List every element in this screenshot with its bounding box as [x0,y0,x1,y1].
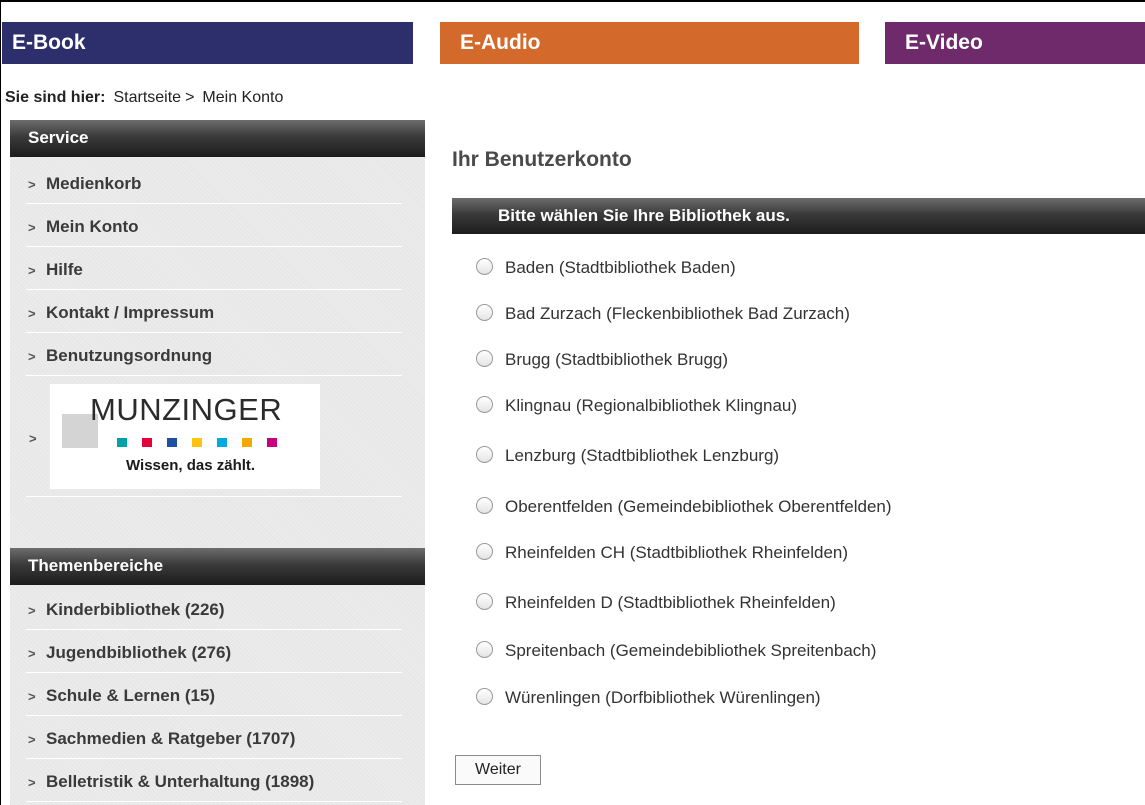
library-option-label: Oberentfelden (Gemeindebibliothek Oberen… [505,497,892,516]
logo-dot [267,438,277,447]
tab-eaudio[interactable]: E-Audio [440,22,859,64]
library-option-label: Bad Zurzach (Fleckenbibliothek Bad Zurza… [505,304,850,323]
breadcrumb: Sie sind hier: Startseite > Mein Konto [5,89,283,107]
logo-dot [242,438,252,447]
breadcrumb-link-startseite[interactable]: Startseite [113,89,181,106]
munzinger-logo[interactable]: MUNZINGER Wissen, das zählt. [50,384,320,489]
chevron-right-icon: > [29,431,37,446]
breadcrumb-label: Sie sind hier: [5,89,106,106]
chevron-right-icon: > [28,306,36,321]
library-option-lenzburg[interactable]: Lenzburg (Stadtbibliothek Lenzburg) [476,446,779,466]
radio-button[interactable] [476,396,493,413]
sidebar-item-label: Benutzungsordnung [46,346,213,365]
library-option-spreitenbach[interactable]: Spreitenbach (Gemeindebibliothek Spreite… [476,641,876,661]
radio-button[interactable] [476,497,493,514]
logo-dot [117,438,127,447]
radio-button[interactable] [476,446,493,463]
sidebar-item-sachmedien-ratgeber[interactable]: > Sachmedien & Ratgeber (1707) [26,717,402,759]
radio-button[interactable] [476,641,493,658]
frame-left-border [0,0,1,805]
library-option-bad-zurzach[interactable]: Bad Zurzach (Fleckenbibliothek Bad Zurza… [476,304,850,324]
tab-ebook[interactable]: E-Book [2,22,413,64]
radio-button[interactable] [476,593,493,610]
chevron-right-icon: > [28,177,36,192]
service-header: Service [10,120,425,157]
chevron-right-icon: > [28,263,36,278]
sidebar-item-kinderbibliothek[interactable]: > Kinderbibliothek (226) [26,588,402,630]
sidebar-item-label: Belletristik & Unterhaltung (1898) [46,772,315,791]
radio-button[interactable] [476,688,493,705]
radio-button[interactable] [476,258,493,275]
chevron-right-icon: > [28,220,36,235]
library-select-header: Bitte wählen Sie Ihre Bibliothek aus. [452,198,1145,234]
logo-dot [192,438,202,447]
library-option-label: Rheinfelden CH (Stadtbibliothek Rheinfel… [505,543,849,562]
logo-dot [217,438,227,447]
sidebar-item-hilfe[interactable]: > Hilfe [26,248,402,290]
sidebar-item-mein-konto[interactable]: > Mein Konto [26,205,402,247]
sidebar-item-label: Schule & Lernen (15) [46,686,216,705]
weiter-button[interactable]: Weiter [455,755,541,785]
breadcrumb-current-mein-konto: Mein Konto [202,89,284,106]
sidebar-item-medienkorb[interactable]: > Medienkorb [26,162,402,204]
page-title: Ihr Benutzerkonto [452,148,632,171]
chevron-right-icon: > [28,689,36,704]
frame-top-border [0,0,1145,2]
library-option-label: Lenzburg (Stadtbibliothek Lenzburg) [505,446,780,465]
breadcrumb-separator: > [185,89,195,106]
library-option-wuerenlingen[interactable]: Würenlingen (Dorfbibliothek Würenlingen) [476,688,821,708]
chevron-right-icon: > [28,349,36,364]
sidebar-item-label: Mein Konto [46,217,139,236]
sidebar-item-jugendbibliothek[interactable]: > Jugendbibliothek (276) [26,631,402,673]
library-option-brugg[interactable]: Brugg (Stadtbibliothek Brugg) [476,350,728,370]
sidebar-item-kontakt-impressum[interactable]: > Kontakt / Impressum [26,291,402,333]
sidebar-item-label: Jugendbibliothek (276) [46,643,232,662]
library-option-label: Klingnau (Regionalbibliothek Klingnau) [505,396,798,415]
chevron-right-icon: > [28,646,36,661]
radio-button[interactable] [476,543,493,560]
sidebar-item-belletristik-unterhaltung[interactable]: > Belletristik & Unterhaltung (1898) [26,760,402,802]
themenbereiche-header: Themenbereiche [10,548,425,585]
library-option-label: Baden (Stadtbibliothek Baden) [505,258,736,277]
munzinger-tagline: Wissen, das zählt. [126,457,256,474]
sidebar-item-label: Kinderbibliothek (226) [46,600,225,619]
munzinger-logo-dots [117,434,292,452]
library-option-label: Rheinfelden D (Stadtbibliothek Rheinfeld… [505,593,836,612]
library-option-klingnau[interactable]: Klingnau (Regionalbibliothek Klingnau) [476,396,797,416]
library-option-rheinfelden-ch[interactable]: Rheinfelden CH (Stadtbibliothek Rheinfel… [476,543,848,563]
logo-dot [142,438,152,447]
radio-button[interactable] [476,350,493,367]
sidebar-item-label: Kontakt / Impressum [46,303,215,322]
sidebar-item-benutzungsordnung[interactable]: > Benutzungsordnung [26,334,402,376]
sidebar-item-label: Medienkorb [46,174,142,193]
sidebar-item-label: Hilfe [46,260,83,279]
sidebar-item-label: Sachmedien & Ratgeber (1707) [46,729,296,748]
logo-dot [167,438,177,447]
sidebar-item-schule-lernen[interactable]: > Schule & Lernen (15) [26,674,402,716]
sidebar-item-munzinger[interactable]: > MUNZINGER Wissen, das zählt. [26,377,402,497]
library-option-oberentfelden[interactable]: Oberentfelden (Gemeindebibliothek Oberen… [476,497,892,517]
radio-button[interactable] [476,304,493,321]
library-option-label: Würenlingen (Dorfbibliothek Würenlingen) [505,688,821,707]
chevron-right-icon: > [28,603,36,618]
library-option-baden[interactable]: Baden (Stadtbibliothek Baden) [476,258,736,278]
tab-evideo[interactable]: E-Video [885,22,1145,64]
munzinger-logo-word: MUNZINGER [90,392,283,427]
chevron-right-icon: > [28,775,36,790]
chevron-right-icon: > [28,732,36,747]
library-option-rheinfelden-d[interactable]: Rheinfelden D (Stadtbibliothek Rheinfeld… [476,593,836,613]
library-option-label: Spreitenbach (Gemeindebibliothek Spreite… [505,641,877,660]
library-option-label: Brugg (Stadtbibliothek Brugg) [505,350,729,369]
